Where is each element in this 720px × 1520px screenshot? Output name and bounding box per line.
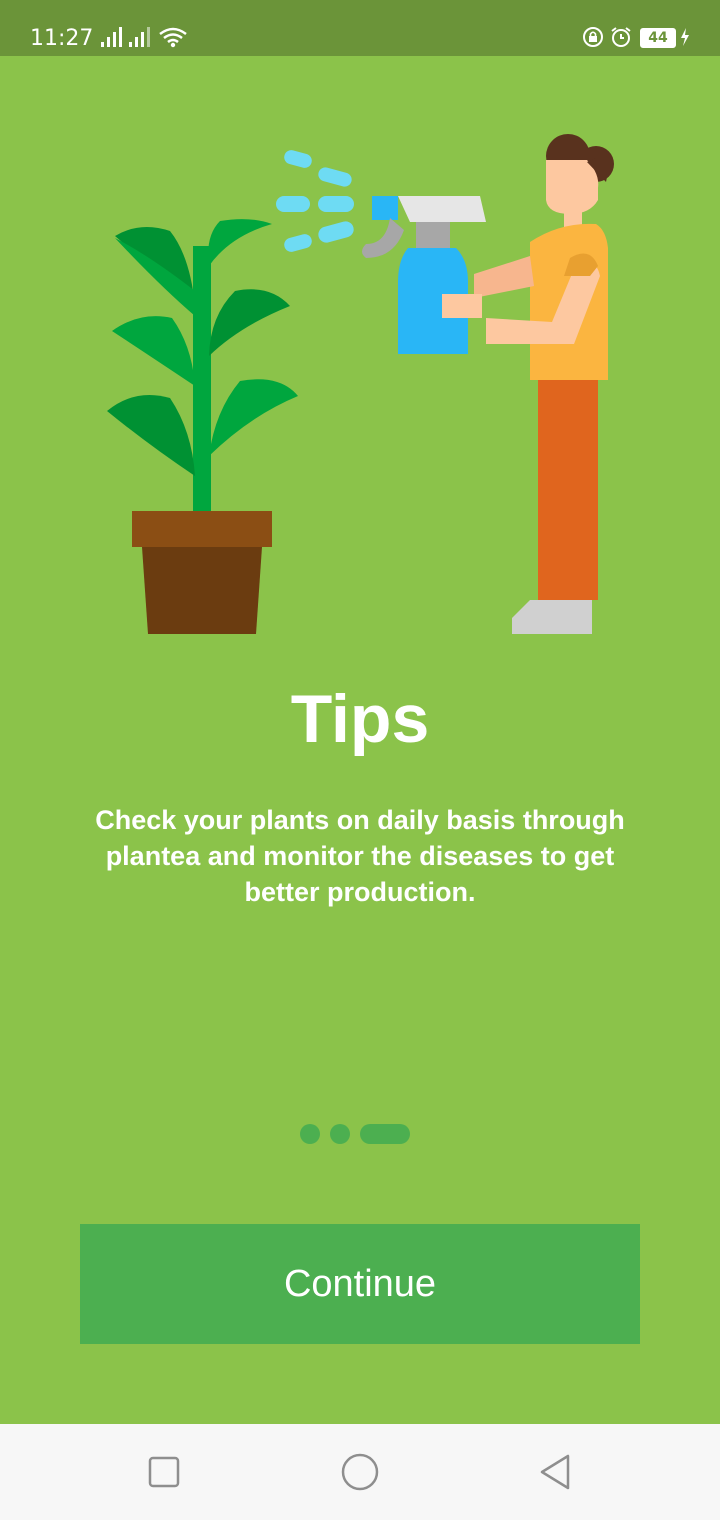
navigation-bar: [0, 1424, 720, 1520]
battery-icon: 44: [640, 28, 676, 48]
potted-plant: [107, 219, 298, 634]
continue-button[interactable]: Continue: [80, 1224, 640, 1344]
status-time: 11:27: [30, 26, 94, 51]
recents-square-icon[interactable]: [144, 1452, 184, 1492]
back-triangle-icon[interactable]: [536, 1452, 576, 1492]
page-dot: [330, 1124, 350, 1144]
status-bar: 11:27 44: [0, 0, 720, 56]
signal-icon: [101, 27, 122, 47]
signal-icon: [129, 27, 150, 47]
charging-icon: [681, 28, 689, 46]
plant-watering-illustration: [107, 134, 614, 634]
page-dot: [300, 1124, 320, 1144]
rotation-lock-icon: [583, 27, 603, 47]
onboarding-title: Tips: [290, 681, 430, 757]
wifi-icon: [159, 27, 187, 48]
home-circle-icon[interactable]: [340, 1452, 380, 1492]
spray-droplets: [276, 150, 354, 252]
onboarding-description: Check your plants on daily basis through…: [95, 805, 625, 907]
alarm-icon: [611, 27, 631, 47]
onboarding-screen: Tips Check your plants on daily basis th…: [0, 56, 720, 1424]
page-dot-active: [360, 1124, 410, 1144]
gardener-figure: [362, 134, 614, 634]
